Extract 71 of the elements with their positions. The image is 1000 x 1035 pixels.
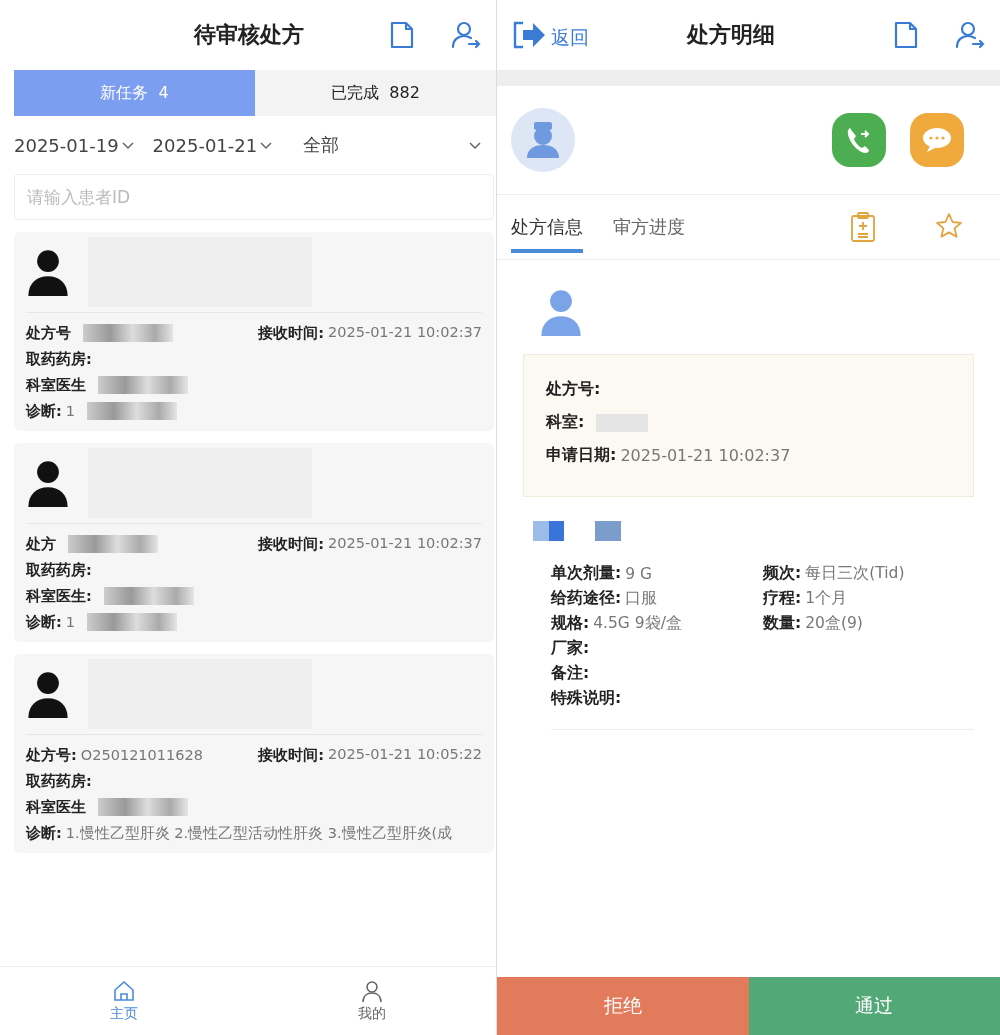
nav-tab[interactable]: 我的 xyxy=(248,967,496,1035)
page-title: 待审核处方 xyxy=(194,21,304,49)
prescription-card[interactable]: 处方号: O250121011628 接收时间: 2025-01-21 10:05:22 取药药房: 科室医生 诊断: 1.慢性乙型肝炎 2.慢性乙型活动性肝炎 3.慢性乙型肝炎(成 xyxy=(14,654,494,853)
user-switch-icon[interactable] xyxy=(954,19,986,51)
clipboard-icon[interactable] xyxy=(848,211,878,243)
field-label: 给药途径: xyxy=(551,588,622,609)
field-value: 2025-01-21 10:02:37 xyxy=(328,534,482,553)
field-label: 科室医生: xyxy=(26,586,92,606)
field-value: 1个月 xyxy=(805,588,848,609)
avatar-icon xyxy=(26,248,70,296)
chevron-down-icon xyxy=(468,140,482,150)
home-icon xyxy=(112,979,136,1003)
field-label: 疗程: xyxy=(763,588,802,609)
date-dropdown[interactable]: 2025-01-21 xyxy=(152,134,274,156)
field-label: 接收时间: xyxy=(258,745,324,765)
field-value: 2025-01-21 10:05:22 xyxy=(328,745,482,764)
field-label: 科室医生 xyxy=(26,797,86,817)
user-switch-icon[interactable] xyxy=(450,19,482,51)
field-label: 科室医生 xyxy=(26,375,86,395)
date-dropdown[interactable]: 2025-01-19 xyxy=(14,134,135,156)
field-label: 科室: xyxy=(546,412,585,433)
field-label: 诊断: xyxy=(26,823,62,843)
field-value: 2025-01-21 10:02:37 xyxy=(328,323,482,342)
doctor-avatar-icon xyxy=(511,108,575,172)
prescription-card[interactable]: 处方 接收时间: 2025-01-21 10:02:37 取药药房: 科室医生: 诊断: 1 xyxy=(14,443,494,642)
field-value: 2025-01-21 10:02:37 xyxy=(620,446,791,465)
field-value: 1 xyxy=(65,614,76,630)
field-label: 处方号: xyxy=(546,379,601,400)
person-icon xyxy=(539,288,583,336)
field-label: 处方号 xyxy=(26,323,71,343)
field-label: 备注: xyxy=(551,663,590,684)
field-label: 申请日期: xyxy=(546,445,617,466)
field-label: 厂家: xyxy=(551,638,590,659)
tab[interactable]: 处方信息 xyxy=(511,201,583,253)
chevron-down-icon xyxy=(120,140,135,150)
field-value: O250121011628 xyxy=(80,747,203,763)
field-label: 取药药房: xyxy=(26,560,92,580)
chevron-down-icon xyxy=(259,140,274,150)
back-button[interactable]: 返回 xyxy=(511,19,589,51)
field-label: 处方号: xyxy=(26,745,77,765)
tab[interactable]: 已完成 882 xyxy=(255,70,496,116)
field-value: 20盒(9) xyxy=(805,613,863,634)
field-label: 特殊说明: xyxy=(551,688,622,709)
field-label: 取药药房: xyxy=(26,349,92,369)
status-dropdown[interactable]: 全部 xyxy=(303,133,482,157)
field-label: 处方 xyxy=(26,534,56,554)
phone-call-icon[interactable] xyxy=(832,113,886,167)
field-label: 取药药房: xyxy=(26,771,92,791)
field-value: 每日三次(Tid) xyxy=(805,563,905,584)
field-label: 单次剂量: xyxy=(551,563,622,584)
tab[interactable]: 审方进度 xyxy=(613,201,685,253)
user-icon xyxy=(360,979,384,1003)
field-label: 数量: xyxy=(763,613,802,634)
field-value: 4.5G 9袋/盒 xyxy=(593,613,682,634)
field-label: 接收时间: xyxy=(258,323,324,343)
prescription-card[interactable]: 处方号 接收时间: 2025-01-21 10:02:37 取药药房: 科室医生 诊断: 1 xyxy=(14,232,494,431)
field-value: 9 G xyxy=(625,564,652,583)
field-label: 规格: xyxy=(551,613,590,634)
nav-tab[interactable]: 主页 xyxy=(0,967,248,1035)
avatar-icon xyxy=(26,459,70,507)
field-label: 频次: xyxy=(763,563,802,584)
field-value: 口服 xyxy=(625,588,658,609)
field-value: 1.慢性乙型肝炎 2.慢性乙型活动性肝炎 3.慢性乙型肝炎(成 xyxy=(65,823,453,843)
avatar-icon xyxy=(26,670,70,718)
search-field[interactable]: 请输入患者ID xyxy=(14,174,494,220)
field-label: 诊断: xyxy=(26,612,62,632)
field-label: 接收时间: xyxy=(258,534,324,554)
exit-arrow-icon xyxy=(511,19,547,51)
field-value: 1 xyxy=(65,403,76,419)
page-title: 处方明细 xyxy=(687,21,775,49)
field-label: 诊断: xyxy=(26,401,62,421)
